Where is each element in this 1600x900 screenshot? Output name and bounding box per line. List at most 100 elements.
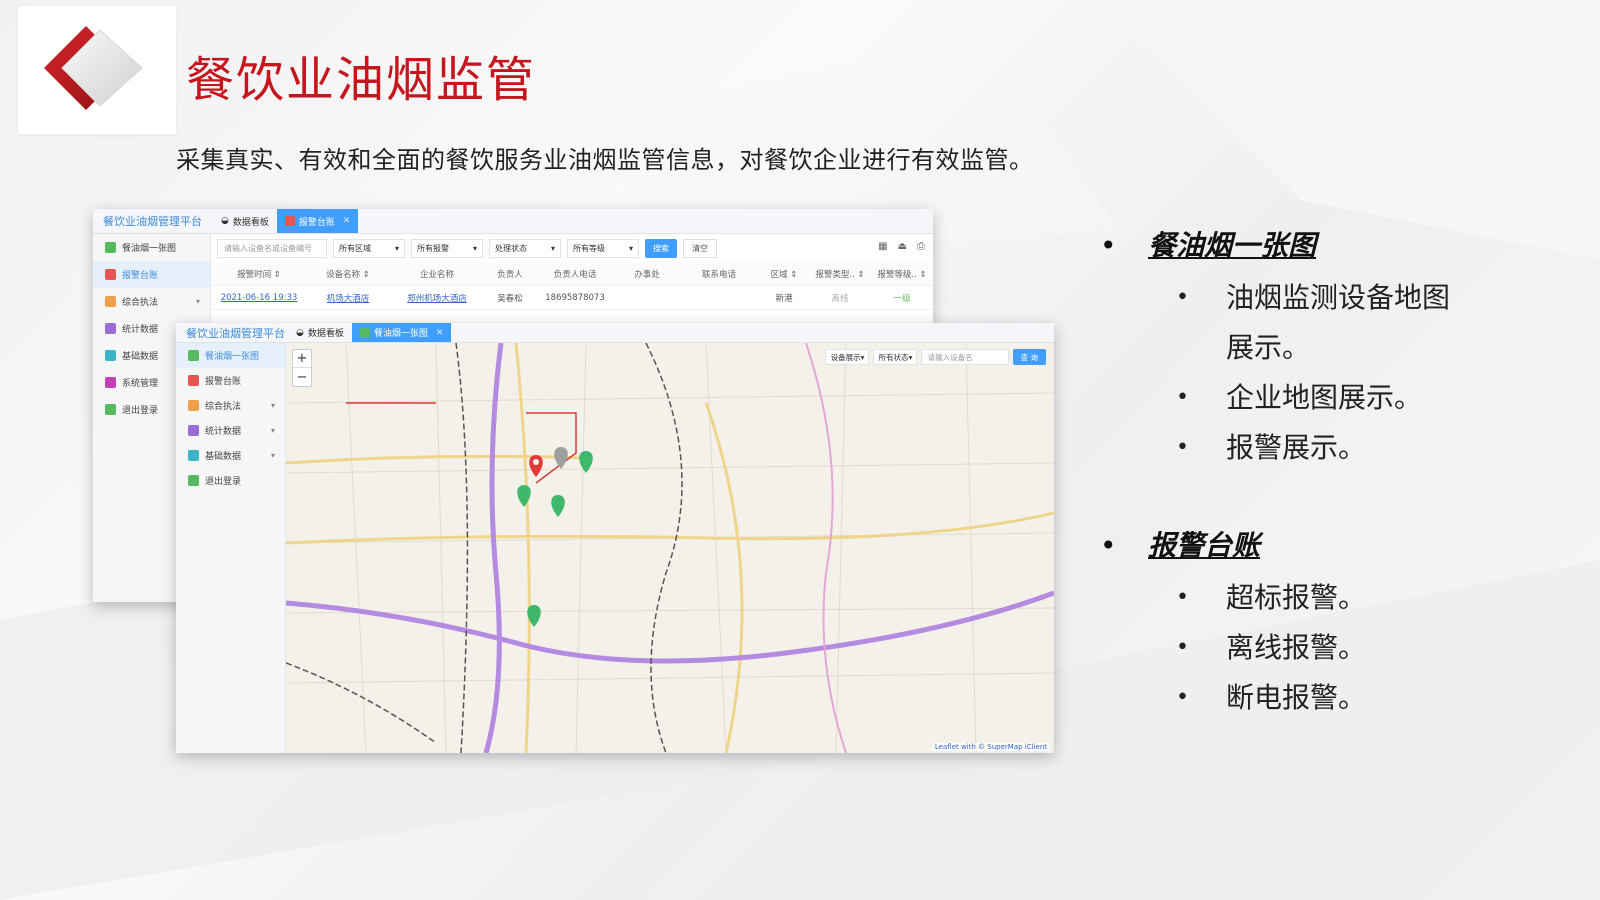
sidebar-item-statistics[interactable]: 统计数据 ▾ — [176, 418, 285, 443]
sidebar-item-label: 综合执法 — [205, 402, 242, 412]
table-cell[interactable]: 2021-06-16 19:33 — [211, 293, 307, 303]
bullet-text: 报警展示。 — [1226, 431, 1367, 464]
device-marker-alarm[interactable] — [529, 455, 543, 477]
table-cell[interactable]: 郑州机场大酒店 — [389, 292, 485, 304]
sidebar-item-enforcement[interactable]: 综合执法 ▾ — [93, 288, 210, 315]
sidebar-item-label: 报警台账 — [122, 271, 159, 281]
clear-button[interactable]: 清空 — [683, 238, 717, 258]
close-icon[interactable]: ✕ — [343, 216, 351, 226]
column-header[interactable]: 设备名称 ⇕ — [307, 268, 389, 280]
tab-label: 数据看板 — [232, 217, 269, 228]
logout-icon — [188, 475, 199, 486]
device-marker-online[interactable] — [517, 485, 531, 507]
column-header[interactable]: 报警时间 ⇕ — [211, 268, 307, 280]
table-cell: 18695878073 — [545, 292, 605, 303]
device-marker-offline[interactable] — [554, 447, 568, 469]
sidebar-item-label: 系统管理 — [122, 379, 159, 389]
device-display-select[interactable]: 设备展示 ▾ — [824, 349, 869, 365]
sidebar-item-alarm-ledger[interactable]: 报警台账 — [176, 368, 285, 393]
column-header: 负责人 — [497, 269, 523, 280]
sidebar-item-label: 统计数据 — [122, 325, 159, 335]
sidebar-item-alarm-ledger[interactable]: 报警台账 — [93, 261, 210, 288]
device-map[interactable]: + − 设备展示 ▾ 所有状态 ▾ 请输入设备名 查 询 Leaflet with … — [286, 343, 1054, 753]
map-attribution[interactable]: Leaflet with © SuperMap iClient — [931, 743, 1050, 751]
export-icon[interactable]: ⏏ — [898, 241, 907, 252]
alarm-select[interactable]: 所有报警 ▾ — [411, 238, 483, 258]
sidebar-item-enforcement[interactable]: 综合执法 ▾ — [176, 393, 285, 418]
tab-dashboard[interactable]: ◒ 数据看板 — [213, 209, 277, 233]
sidebar-item-basic-data[interactable]: 基础数据 ▾ — [176, 443, 285, 468]
sidebar: 餐油烟一张图 报警台账 综合执法 ▾ 统计数据 ▾ 基础数据 ▾ 退出登录 — [176, 343, 286, 753]
region-select[interactable]: 所有区域 ▾ — [333, 238, 405, 258]
bullet-dot: • — [1176, 435, 1189, 460]
enforcement-icon — [105, 296, 116, 307]
column-header[interactable]: 报警等级.. ⇕ — [871, 268, 933, 280]
search-button[interactable]: 搜索 — [645, 238, 677, 258]
level-select[interactable]: 所有等级 ▾ — [567, 238, 639, 258]
status-select[interactable]: 处理状态 ▾ — [489, 238, 561, 258]
chevron-down-icon: ▾ — [270, 401, 275, 410]
map-window: 餐饮业油烟管理平台 ◒ 数据看板 餐油烟一张图 ✕ 餐油烟一张图 报警台账 综合… — [176, 323, 1054, 753]
page-subtitle: 采集真实、有效和全面的餐饮服务业油烟监管信息，对餐饮企业进行有效监管。 — [176, 146, 1034, 174]
table-row[interactable]: 2021-06-16 19:33 机场大酒店 郑州机场大酒店 吴春松 18695… — [211, 286, 933, 310]
statistics-icon — [105, 323, 116, 334]
toolbar-icons: ▦ ⏏ ⎙ — [878, 241, 925, 252]
query-button[interactable]: 查 询 — [1012, 349, 1046, 365]
bullet-item: • 超标报警。 — [1100, 573, 1580, 623]
sidebar-item-label: 统计数据 — [205, 427, 242, 437]
logout-icon — [105, 404, 116, 415]
bullet-item: • 油烟监测设备地图 — [1100, 273, 1580, 323]
sidebar-item-label: 基础数据 — [122, 352, 159, 362]
column-header: 负责人电话 — [553, 269, 597, 280]
select-value: 所有报警 — [417, 243, 449, 253]
print-icon[interactable]: ⎙ — [917, 241, 925, 252]
zoom-out-button[interactable]: − — [293, 368, 311, 386]
sidebar-item-label: 综合执法 — [122, 298, 159, 308]
search-input[interactable]: 请输入设备名或设备编号 — [217, 238, 327, 258]
select-value: 所有等级 — [573, 243, 605, 253]
status-select[interactable]: 所有状态 ▾ — [872, 349, 917, 365]
chevron-down-icon: ▾ — [270, 451, 275, 460]
bullet-item: • 离线报警。 — [1100, 623, 1580, 673]
device-search-input[interactable]: 请输入设备名 — [920, 349, 1009, 365]
page-title: 餐饮业油烟监管 — [186, 52, 537, 108]
alarm-icon — [284, 216, 295, 226]
device-marker-online[interactable] — [579, 451, 593, 473]
bullet-text: 断电报警。 — [1226, 681, 1367, 714]
tab-dashboard[interactable]: ◒ 数据看板 — [288, 323, 352, 342]
chevron-down-icon: ▾ — [628, 243, 633, 253]
chevron-down-icon: ▾ — [908, 352, 913, 362]
sidebar-item-label: 报警台账 — [205, 377, 242, 387]
column-header[interactable]: 区域 ⇕ — [759, 268, 809, 280]
database-icon — [188, 450, 199, 461]
sidebar-item-map[interactable]: 餐油烟一张图 — [176, 343, 285, 368]
zoom-in-button[interactable]: + — [293, 350, 311, 368]
close-icon[interactable]: ✕ — [436, 328, 444, 338]
column-header[interactable]: 报警类型.. ⇕ — [809, 268, 871, 280]
sidebar-item-logout[interactable]: 退出登录 — [176, 468, 285, 493]
dashboard-icon: ◒ — [221, 216, 229, 226]
tab-alarm-ledger[interactable]: 报警台账 ✕ — [276, 209, 359, 233]
device-marker-online[interactable] — [551, 495, 565, 517]
table-cell[interactable]: 机场大酒店 — [307, 292, 389, 304]
settings-icon — [105, 377, 116, 388]
map-icon — [188, 350, 199, 361]
table-cell: 吴春松 — [497, 293, 523, 304]
select-value: 所有区域 — [339, 243, 371, 253]
bullet-section-title: 餐油烟一张图 — [1100, 225, 1580, 267]
table-cell: 离线 — [831, 293, 849, 304]
enforcement-icon — [188, 400, 199, 411]
map-icon — [105, 242, 116, 253]
bullet-section-title: 报警台账 — [1100, 525, 1580, 567]
tab-bar: 餐饮业油烟管理平台 ◒ 数据看板 报警台账 ✕ — [93, 209, 933, 234]
dashboard-icon: ◒ — [296, 327, 304, 338]
bullet-item: • 断电报警。 — [1100, 673, 1580, 723]
sidebar-item-map[interactable]: 餐油烟一张图 — [93, 234, 210, 261]
tab-bar: 餐饮业油烟管理平台 ◒ 数据看板 餐油烟一张图 ✕ — [176, 323, 1054, 343]
chevron-down-icon: ▾ — [860, 352, 865, 362]
grid-icon[interactable]: ▦ — [878, 241, 887, 252]
alarm-icon — [105, 269, 116, 280]
platform-brand: 餐饮业油烟管理平台 — [103, 215, 202, 228]
tab-map[interactable]: 餐油烟一张图 ✕ — [351, 323, 452, 342]
bullet-item: • 报警展示。 — [1100, 423, 1580, 473]
